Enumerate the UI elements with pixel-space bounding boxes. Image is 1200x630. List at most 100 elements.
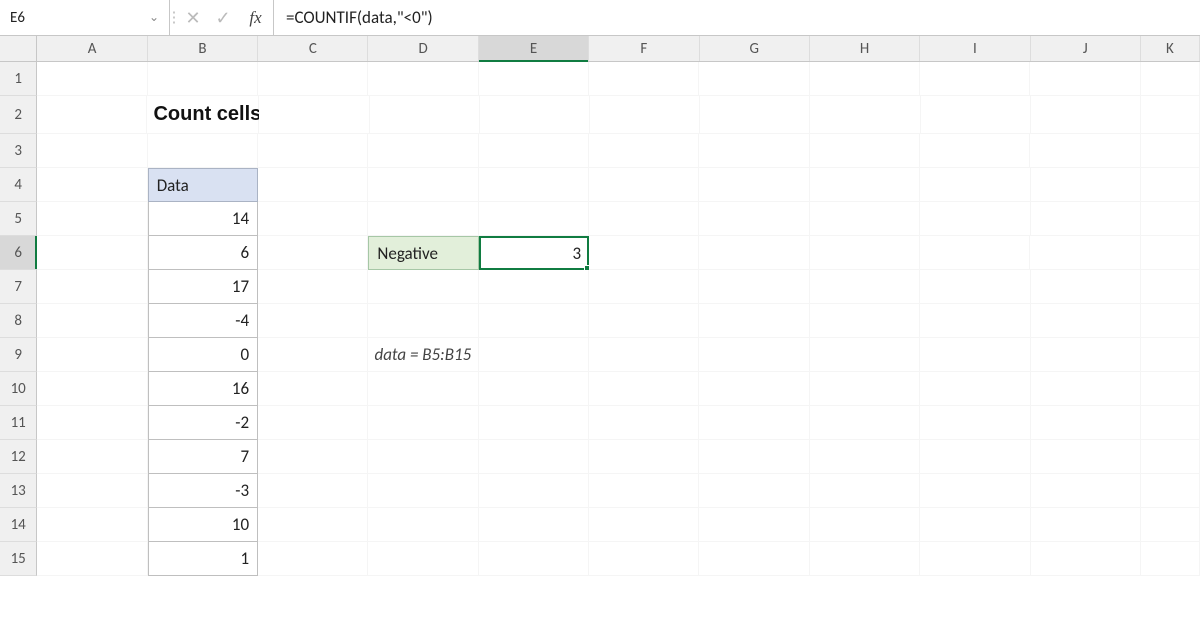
cell[interactable] [1141,270,1200,304]
cell[interactable] [589,542,699,576]
cell[interactable] [258,270,368,304]
cell[interactable] [1141,338,1200,372]
cell[interactable] [920,508,1030,542]
cell[interactable] [479,338,589,372]
cell[interactable] [699,542,809,576]
cell[interactable] [810,270,920,304]
cell[interactable] [1031,508,1141,542]
cell[interactable] [810,338,920,372]
name-box-wrap[interactable]: E6 ⌄ [0,0,170,35]
data-header[interactable]: Data [148,168,258,202]
data-cell[interactable]: 1 [148,542,258,576]
cell[interactable] [810,202,920,236]
row-header[interactable]: 11 [0,406,37,440]
cell[interactable] [1141,236,1200,270]
cell[interactable] [920,270,1030,304]
col-header-J[interactable]: J [1031,36,1141,61]
cell[interactable] [479,202,589,236]
cell[interactable] [590,96,700,134]
cell[interactable] [810,304,920,338]
cell[interactable] [258,440,368,474]
cell[interactable] [699,474,809,508]
cell[interactable] [1141,304,1200,338]
data-cell[interactable]: 14 [148,202,258,236]
row-header[interactable]: 10 [0,372,37,406]
row-header[interactable]: 15 [0,542,37,576]
cell[interactable] [258,508,368,542]
cell[interactable] [1031,406,1141,440]
cell[interactable] [368,62,478,96]
cell[interactable] [1031,270,1141,304]
row-header[interactable]: 7 [0,270,37,304]
cell[interactable] [1031,372,1141,406]
data-cell[interactable]: -4 [148,304,258,338]
cell[interactable] [37,134,147,168]
cell[interactable] [37,406,147,440]
cell[interactable] [1030,236,1140,270]
cell[interactable] [258,406,368,440]
cell[interactable] [37,202,147,236]
cell[interactable] [810,542,920,576]
cell[interactable] [368,508,478,542]
cell[interactable] [479,474,589,508]
cell[interactable] [479,508,589,542]
cell[interactable] [148,62,258,96]
cell[interactable] [479,372,589,406]
cell[interactable] [1141,406,1200,440]
col-header-F[interactable]: F [589,36,699,61]
cell[interactable] [258,338,368,372]
cell[interactable] [37,168,147,202]
cell[interactable] [810,134,920,168]
cell[interactable] [810,474,920,508]
cell[interactable] [37,304,147,338]
cell[interactable] [37,338,147,372]
cell[interactable] [368,304,478,338]
col-header-I[interactable]: I [920,36,1030,61]
cell[interactable] [37,270,147,304]
cell[interactable] [810,372,920,406]
row-header[interactable]: 3 [0,134,37,168]
col-header-A[interactable]: A [37,36,147,61]
cell[interactable] [368,542,478,576]
cell[interactable] [37,236,147,270]
data-cell[interactable]: 0 [148,338,258,372]
cell[interactable] [589,508,699,542]
cell[interactable] [589,440,699,474]
col-header-E[interactable]: E [479,36,589,61]
cell[interactable] [920,440,1030,474]
cell[interactable] [920,62,1030,96]
cell[interactable] [479,168,589,202]
row-header[interactable]: 9 [0,338,37,372]
cell[interactable] [259,96,369,134]
data-cell[interactable]: 16 [148,372,258,406]
row-header[interactable]: 4 [0,168,37,202]
cell[interactable] [479,406,589,440]
cell[interactable] [258,134,368,168]
col-header-G[interactable]: G [700,36,810,61]
row-header[interactable]: 2 [0,96,37,134]
row-header[interactable]: 1 [0,62,37,96]
cell[interactable] [1141,202,1200,236]
cell[interactable] [1141,96,1200,134]
cell[interactable] [699,168,809,202]
cell[interactable] [589,134,699,168]
cell[interactable] [920,372,1030,406]
cell[interactable] [589,372,699,406]
cell[interactable] [37,508,147,542]
cell[interactable] [810,62,920,96]
cell[interactable] [699,508,809,542]
row-header[interactable]: 8 [0,304,37,338]
data-cell[interactable]: 17 [148,270,258,304]
cell[interactable] [920,134,1030,168]
cell[interactable] [589,304,699,338]
col-header-B[interactable]: B [148,36,258,61]
cell[interactable] [368,134,478,168]
cell[interactable] [37,542,147,576]
cancel-formula-icon[interactable]: ✕ [178,0,208,35]
accept-formula-icon[interactable]: ✓ [208,0,238,35]
cell[interactable] [1031,304,1141,338]
row-header[interactable]: 12 [0,440,37,474]
cell[interactable] [921,96,1031,134]
row-header[interactable]: 5 [0,202,37,236]
row-header[interactable]: 14 [0,508,37,542]
